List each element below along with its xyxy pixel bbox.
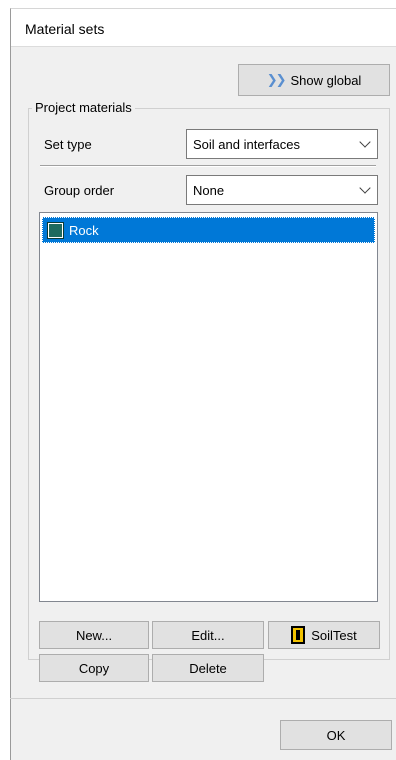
ok-button-label: OK (326, 727, 346, 743)
group-order-value: None (193, 182, 225, 198)
delete-button[interactable]: Delete (152, 654, 264, 682)
edit-button-label: Edit... (191, 627, 225, 643)
double-chevron-right-icon: ❯❯ (266, 72, 287, 87)
title-bar[interactable]: Material sets (11, 9, 396, 47)
edit-button[interactable]: Edit... (152, 621, 264, 649)
set-type-value: Soil and interfaces (193, 136, 300, 152)
materials-list[interactable]: Rock (39, 212, 378, 602)
soiltest-button[interactable]: SoilTest (268, 621, 380, 649)
show-global-button[interactable]: ❯❯ Show global (238, 64, 390, 96)
project-materials-legend: Project materials (32, 100, 135, 115)
soiltest-icon (291, 626, 306, 644)
group-order-select[interactable]: None (186, 175, 378, 205)
ok-button[interactable]: OK (280, 720, 392, 750)
new-button-label: New... (75, 627, 113, 643)
material-name: Rock (69, 222, 99, 238)
separator (40, 165, 376, 167)
set-type-select[interactable]: Soil and interfaces (186, 129, 378, 159)
soiltest-button-label: SoilTest (311, 627, 357, 643)
copy-button-label: Copy (78, 660, 110, 676)
copy-button[interactable]: Copy (39, 654, 149, 682)
show-global-label: Show global (290, 72, 362, 88)
set-type-label: Set type (44, 137, 92, 152)
window-top-edge (10, 0, 396, 8)
new-button[interactable]: New... (39, 621, 149, 649)
window-title: Material sets (25, 21, 105, 37)
group-order-label: Group order (44, 183, 115, 198)
material-color-swatch (47, 221, 64, 239)
list-item-rock[interactable]: Rock (42, 217, 375, 243)
footer-separator (10, 698, 396, 699)
chevron-down-icon (359, 136, 371, 148)
delete-button-label: Delete (189, 660, 227, 676)
chevron-down-icon (359, 182, 371, 194)
